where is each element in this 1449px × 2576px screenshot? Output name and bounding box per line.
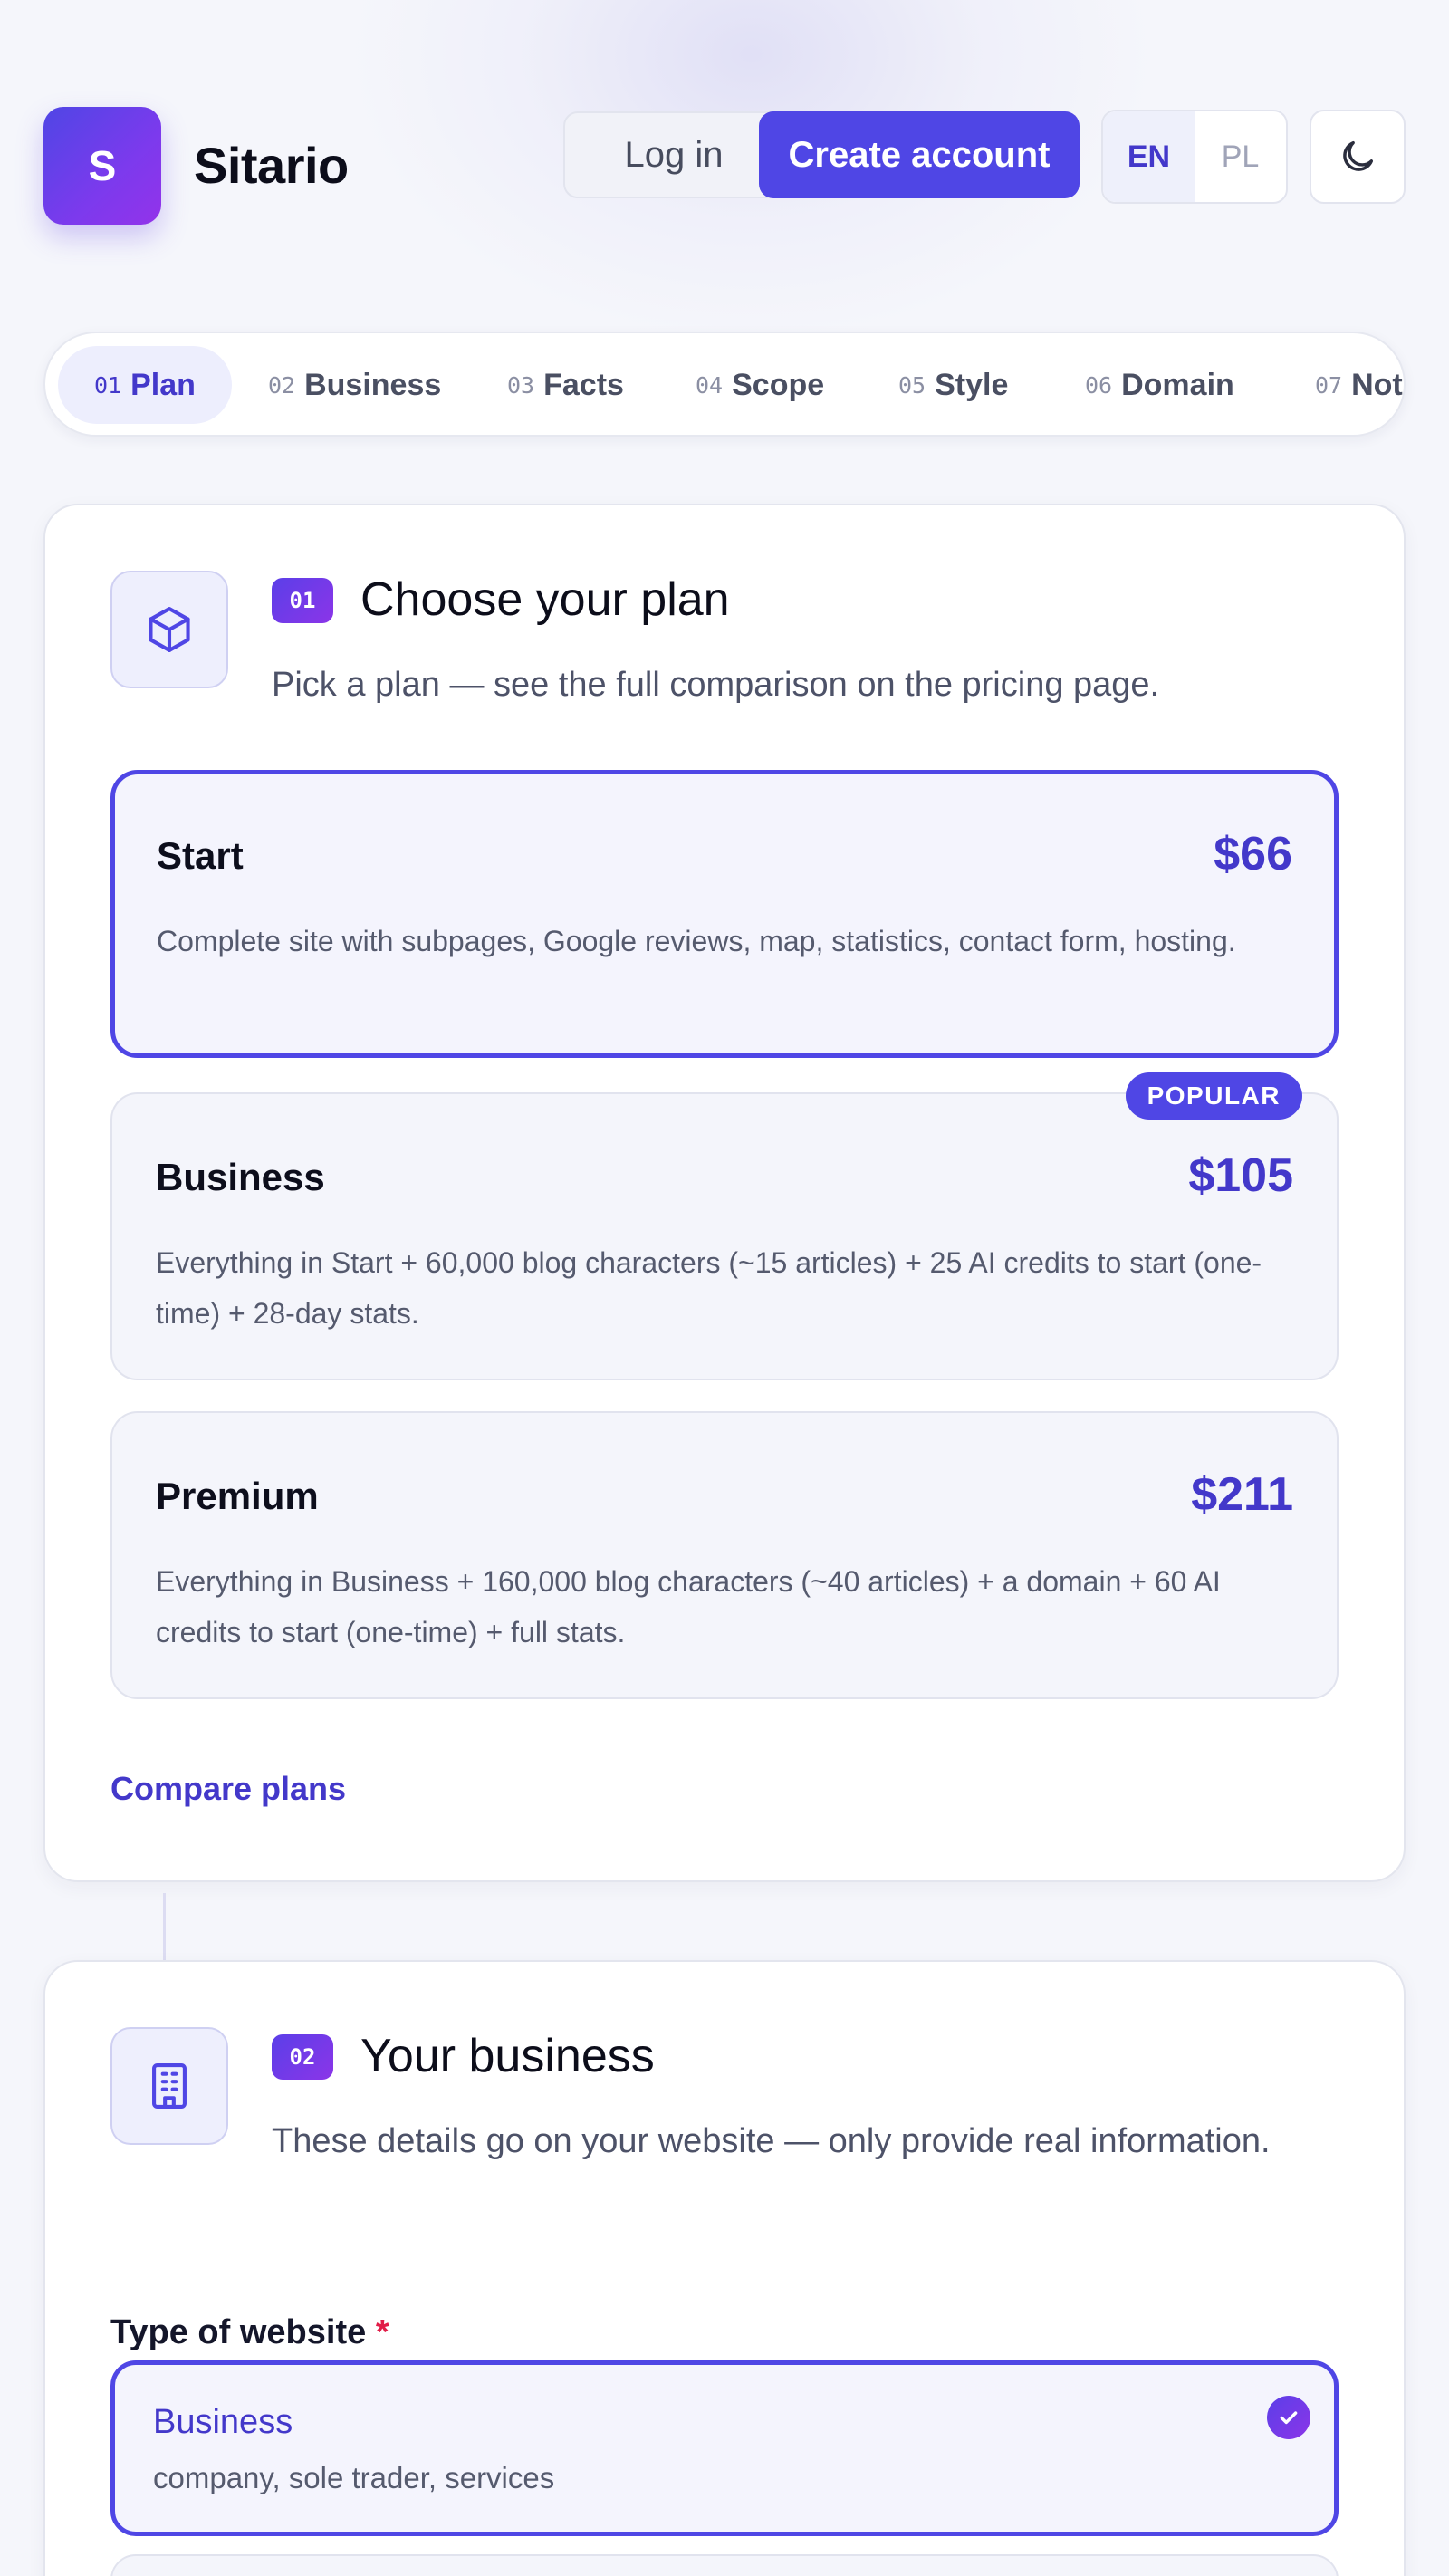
site-header: S Sitario Log in Create account EN PL (43, 107, 1406, 225)
plan-name: Start (157, 834, 244, 877)
section-number-badge: 02 (272, 2034, 333, 2080)
step-notes[interactable]: 07 Not (1315, 346, 1403, 424)
step-plan[interactable]: 01 Plan (58, 346, 232, 424)
compare-plans-link[interactable]: Compare plans (110, 1770, 346, 1808)
section-subtitle: These details go on your website — only … (272, 2122, 1271, 2160)
field-label-text: Type of website (110, 2313, 367, 2351)
website-type-option[interactable] (110, 2554, 1339, 2576)
step-label: Style (935, 367, 1009, 402)
step-label: Not (1351, 367, 1403, 402)
plan-name: Premium (156, 1475, 319, 1517)
step-domain[interactable]: 06 Domain (1085, 346, 1234, 424)
logo-mark[interactable]: S (43, 107, 161, 225)
moon-icon (1343, 140, 1374, 171)
plan-description: Complete site with subpages, Google revi… (157, 925, 1236, 957)
step-scope[interactable]: 04 Scope (696, 346, 824, 424)
brand-name[interactable]: Sitario (194, 136, 349, 195)
business-section: 02 Your business These details go on you… (43, 1960, 1406, 2576)
step-number: 07 (1315, 371, 1343, 399)
plan-price: $105 (1188, 1149, 1293, 1202)
plan-section: 01 Choose your plan Pick a plan — see th… (43, 504, 1406, 1882)
step-style[interactable]: 05 Style (898, 346, 1008, 424)
step-label: Plan (130, 367, 196, 402)
business-section-icon-box (110, 2027, 228, 2145)
section-title: Your business (360, 2030, 655, 2082)
step-facts[interactable]: 03 Facts (507, 346, 624, 424)
step-number: 03 (507, 371, 535, 399)
plan-option-premium[interactable]: Premium $211 Everything in Business + 16… (110, 1411, 1339, 1699)
step-number: 04 (696, 371, 724, 399)
step-label: Domain (1121, 367, 1234, 402)
section-title: Choose your plan (360, 573, 730, 626)
plan-option-start[interactable]: Start $66 Complete site with subpages, G… (110, 770, 1339, 1058)
popular-badge: POPULAR (1125, 1072, 1302, 1120)
option-title: Business (153, 2403, 293, 2441)
cube-icon (149, 606, 190, 653)
required-mark: * (375, 2313, 389, 2351)
selected-check (1267, 2396, 1310, 2439)
theme-toggle-button[interactable] (1310, 110, 1406, 204)
step-label: Business (304, 367, 442, 402)
step-business[interactable]: 02 Business (268, 346, 441, 424)
step-label: Scope (732, 367, 825, 402)
login-button[interactable]: Log in (563, 111, 784, 198)
plan-name: Business (156, 1156, 325, 1198)
option-subtitle: company, sole trader, services (153, 2461, 555, 2494)
check-icon (1280, 2411, 1298, 2425)
plan-description: Everything in Business + 160,000 blog ch… (156, 1565, 1221, 1648)
plan-section-icon-box (110, 571, 228, 688)
create-account-button[interactable]: Create account (759, 111, 1080, 198)
step-number: 06 (1085, 371, 1113, 399)
plan-option-business[interactable]: POPULAR Business $105 Everything in Star… (110, 1072, 1339, 1380)
step-number: 01 (94, 371, 122, 399)
step-number: 02 (268, 371, 296, 399)
plan-price: $211 (1191, 1468, 1293, 1521)
wizard-stepper: 01 Plan 02 Business 03 Facts 04 Scope 05… (43, 332, 1406, 437)
section-connector (163, 1893, 166, 1960)
plan-description: Everything in Start + 60,000 blog charac… (156, 1246, 1262, 1330)
website-type-option-business[interactable]: Business company, sole trader, services (110, 2360, 1339, 2536)
language-switcher: EN PL (1101, 110, 1288, 204)
language-pl-button[interactable]: PL (1195, 111, 1286, 202)
step-label: Facts (543, 367, 624, 402)
website-type-label: Type of website * (110, 2313, 389, 2352)
plan-price: $66 (1214, 828, 1292, 880)
section-subtitle: Pick a plan — see the full comparison on… (272, 666, 1160, 704)
language-en-button[interactable]: EN (1103, 111, 1195, 202)
step-number: 05 (898, 371, 926, 399)
building-icon (152, 2062, 187, 2110)
section-number-badge: 01 (272, 578, 333, 623)
